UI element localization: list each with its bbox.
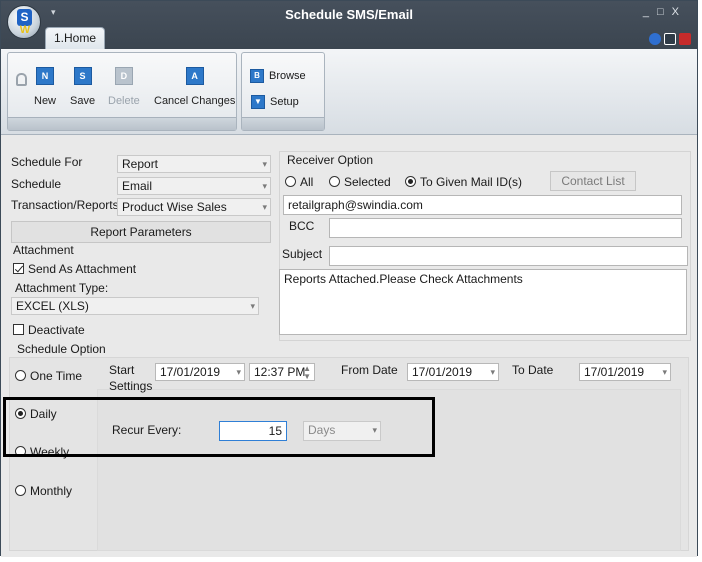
settings-label: Settings [109, 379, 153, 393]
receiver-option-label: Receiver Option [287, 153, 374, 167]
form-content: Schedule For Report ▾ Schedule Email ▾ Tra… [1, 135, 697, 557]
delete-icon: D [114, 67, 133, 85]
maximize-icon[interactable]: □ [657, 6, 672, 18]
cancel-icon: A [185, 67, 204, 85]
document-icon[interactable] [664, 32, 676, 45]
window-controls: _□X [643, 6, 687, 18]
to-date-label: To Date [512, 363, 554, 377]
save-button[interactable]: S Save [70, 67, 95, 107]
spinner-icon[interactable]: ▲ ▼ [303, 365, 311, 381]
setup-icon: ▼ [251, 95, 265, 109]
new-icon: N [36, 67, 54, 85]
deactivate-checkbox[interactable]: Deactivate [13, 323, 85, 337]
radio-to-given-mail[interactable]: To Given Mail ID(s) [405, 175, 522, 189]
minimize-icon[interactable]: _ [643, 6, 657, 18]
subject-input[interactable] [329, 246, 688, 266]
ribbon: N New S Save D Delete A Cancel Changes B Brow… [1, 49, 697, 135]
browse-button[interactable]: B Browse [250, 69, 306, 83]
chevron-down-icon: ▾ [262, 181, 267, 191]
radio-one-time[interactable]: One Time [15, 369, 82, 383]
to-date-picker[interactable]: 17/01/2019 ▾ [579, 363, 671, 381]
radio-icon [329, 176, 340, 187]
new-button[interactable]: N New [34, 67, 56, 107]
highlight-box [3, 397, 435, 457]
schedule-window: SW ▾ Schedule SMS/Email _□X 1.Home N New … [0, 0, 698, 557]
chevron-down-icon: ▾ [262, 159, 267, 169]
bcc-label: BCC [289, 219, 315, 233]
lock-icon [16, 73, 27, 86]
cancel-changes-button[interactable]: A Cancel Changes [154, 67, 235, 107]
radio-icon [15, 370, 26, 381]
schedule-select[interactable]: Email ▾ [117, 177, 271, 195]
title-icons [646, 31, 691, 45]
transaction-reports-label: Transaction/Reports [11, 198, 119, 212]
window-title: Schedule SMS/Email [285, 7, 413, 22]
contact-list-button[interactable]: Contact List [550, 171, 636, 191]
subject-label: Subject [282, 247, 323, 261]
bcc-input[interactable] [329, 218, 682, 238]
radio-selected-icon [405, 176, 416, 187]
start-date-picker[interactable]: 17/01/2019 ▾ [155, 363, 245, 381]
schedule-for-label: Schedule For [11, 155, 83, 169]
chevron-down-icon: ▾ [250, 301, 255, 311]
exit-icon[interactable] [679, 32, 691, 45]
from-date-label: From Date [341, 363, 398, 377]
schedule-label: Schedule [11, 177, 62, 191]
save-icon: S [73, 67, 92, 85]
ribbon-group-tools: B Browse ▼ Setup [241, 52, 325, 131]
title-bar: SW ▾ Schedule SMS/Email _□X 1.Home [1, 1, 697, 49]
checkbox-unchecked-icon [13, 324, 24, 335]
chevron-down-icon: ▾ [262, 202, 267, 212]
close-icon[interactable]: X [672, 6, 687, 18]
radio-selected[interactable]: Selected [329, 175, 391, 189]
chevron-down-icon: ▾ [490, 367, 495, 377]
attachment-type-label: Attachment Type: [15, 281, 109, 295]
start-label: Start [109, 363, 135, 377]
chevron-down-icon: ▾ [236, 367, 241, 377]
report-parameters-button[interactable]: Report Parameters [11, 221, 271, 243]
radio-all[interactable]: All [285, 175, 313, 189]
transaction-reports-select[interactable]: Product Wise Sales ▾ [117, 198, 271, 216]
message-body-textarea[interactable]: Reports Attached.Please Check Attachment… [279, 269, 687, 335]
tab-home[interactable]: 1.Home [45, 27, 105, 49]
from-date-picker[interactable]: 17/01/2019 ▾ [407, 363, 499, 381]
email-input[interactable]: retailgraph@swindia.com [283, 195, 682, 215]
schedule-for-select[interactable]: Report ▾ [117, 155, 271, 173]
schedule-option-label: Schedule Option [17, 342, 106, 356]
setup-button[interactable]: ▼ Setup [251, 95, 299, 109]
checkbox-checked-icon [13, 263, 24, 274]
attachment-label: Attachment [13, 243, 74, 257]
chevron-down-icon: ▾ [662, 367, 667, 377]
attachment-type-select[interactable]: EXCEL (XLS) ▾ [11, 297, 259, 315]
radio-monthly[interactable]: Monthly [15, 484, 72, 498]
radio-icon [15, 485, 26, 496]
ribbon-group-edit: N New S Save D Delete A Cancel Changes [7, 52, 237, 131]
help-icon[interactable] [649, 32, 661, 45]
browse-icon: B [250, 69, 264, 83]
radio-icon [285, 176, 296, 187]
delete-button[interactable]: D Delete [108, 67, 140, 107]
send-as-attachment-checkbox[interactable]: Send As Attachment [13, 262, 136, 276]
start-time-picker[interactable]: 12:37 PM ▲ ▼ [249, 363, 315, 381]
